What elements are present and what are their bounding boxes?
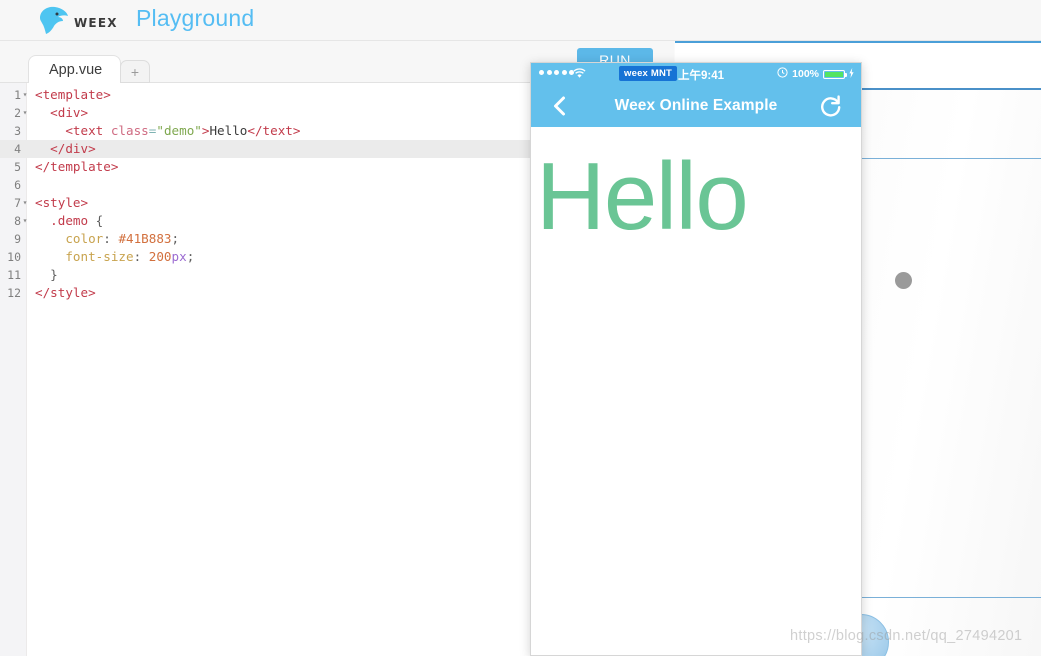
line-number: 4 <box>14 142 21 156</box>
line-number: 2 <box>14 106 21 120</box>
charging-bolt-icon <box>849 67 854 81</box>
add-tab-button[interactable]: + <box>120 60 150 83</box>
watermark: https://blog.csdn.net/qq_27494201 <box>790 628 1023 644</box>
back-chevron-icon[interactable] <box>549 94 571 118</box>
battery-full-icon <box>823 69 847 79</box>
carrier-badge: weex MNT <box>619 66 678 81</box>
line-number: 6 <box>14 178 21 192</box>
code-text: <style> <box>35 195 89 210</box>
simulator-navbar: Weex Online Example <box>531 85 861 127</box>
code-text: </style> <box>35 285 96 300</box>
signal-dots-icon <box>539 70 574 75</box>
line-number: 1 <box>14 88 21 102</box>
line-number: 3 <box>14 124 21 138</box>
code-text: </div> <box>50 141 96 156</box>
statusbar-right-group: 100% <box>777 67 854 81</box>
line-number: 11 <box>7 268 21 282</box>
page-title: Playground <box>136 5 255 31</box>
rendered-hello-text: Hello <box>536 143 749 250</box>
code-text: .demo { <box>50 213 104 228</box>
battery-percent-label: 100% <box>792 68 819 80</box>
line-number: 12 <box>7 286 21 300</box>
code-text: } <box>50 267 58 282</box>
alarm-icon <box>777 67 788 81</box>
line-number: 10 <box>7 250 21 264</box>
simulator-statusbar: weex MNT 上午9:41 100% <box>531 63 861 85</box>
line-number: 7 <box>14 196 21 210</box>
app-header: WEEX Playground <box>0 0 1041 41</box>
brand-wordmark: WEEX <box>74 16 118 30</box>
simulator-title: Weex Online Example <box>614 97 778 114</box>
mockup-dot <box>895 272 912 289</box>
wifi-icon <box>573 68 586 82</box>
code-text: <template> <box>35 87 111 102</box>
refresh-icon[interactable] <box>819 94 843 118</box>
weex-playground-app: WEEX Playground App.vue + 1 ▾ <template> 2 ▾… <box>0 0 1041 656</box>
line-number: 9 <box>14 232 21 246</box>
tab-label: App.vue <box>49 61 103 78</box>
tab-app-vue[interactable]: App.vue <box>28 55 122 83</box>
line-number: 5 <box>14 160 21 174</box>
simulator-content: Hello <box>531 127 861 655</box>
code-text: </template> <box>35 159 119 174</box>
code-text: <text class="demo">Hello</text> <box>65 123 301 138</box>
statusbar-time: 上午9:41 <box>678 70 725 82</box>
code-text: font-size: 200px; <box>65 249 195 264</box>
plus-icon: + <box>130 63 140 80</box>
simulator-window[interactable]: weex MNT 上午9:41 100% Weex Online Example… <box>530 62 862 656</box>
weex-eagle-logo-icon <box>36 5 70 35</box>
brand[interactable]: WEEX <box>36 2 118 38</box>
line-number: 8 <box>14 214 21 228</box>
code-text: <div> <box>50 105 89 120</box>
code-text: color: #41B883; <box>65 231 180 246</box>
